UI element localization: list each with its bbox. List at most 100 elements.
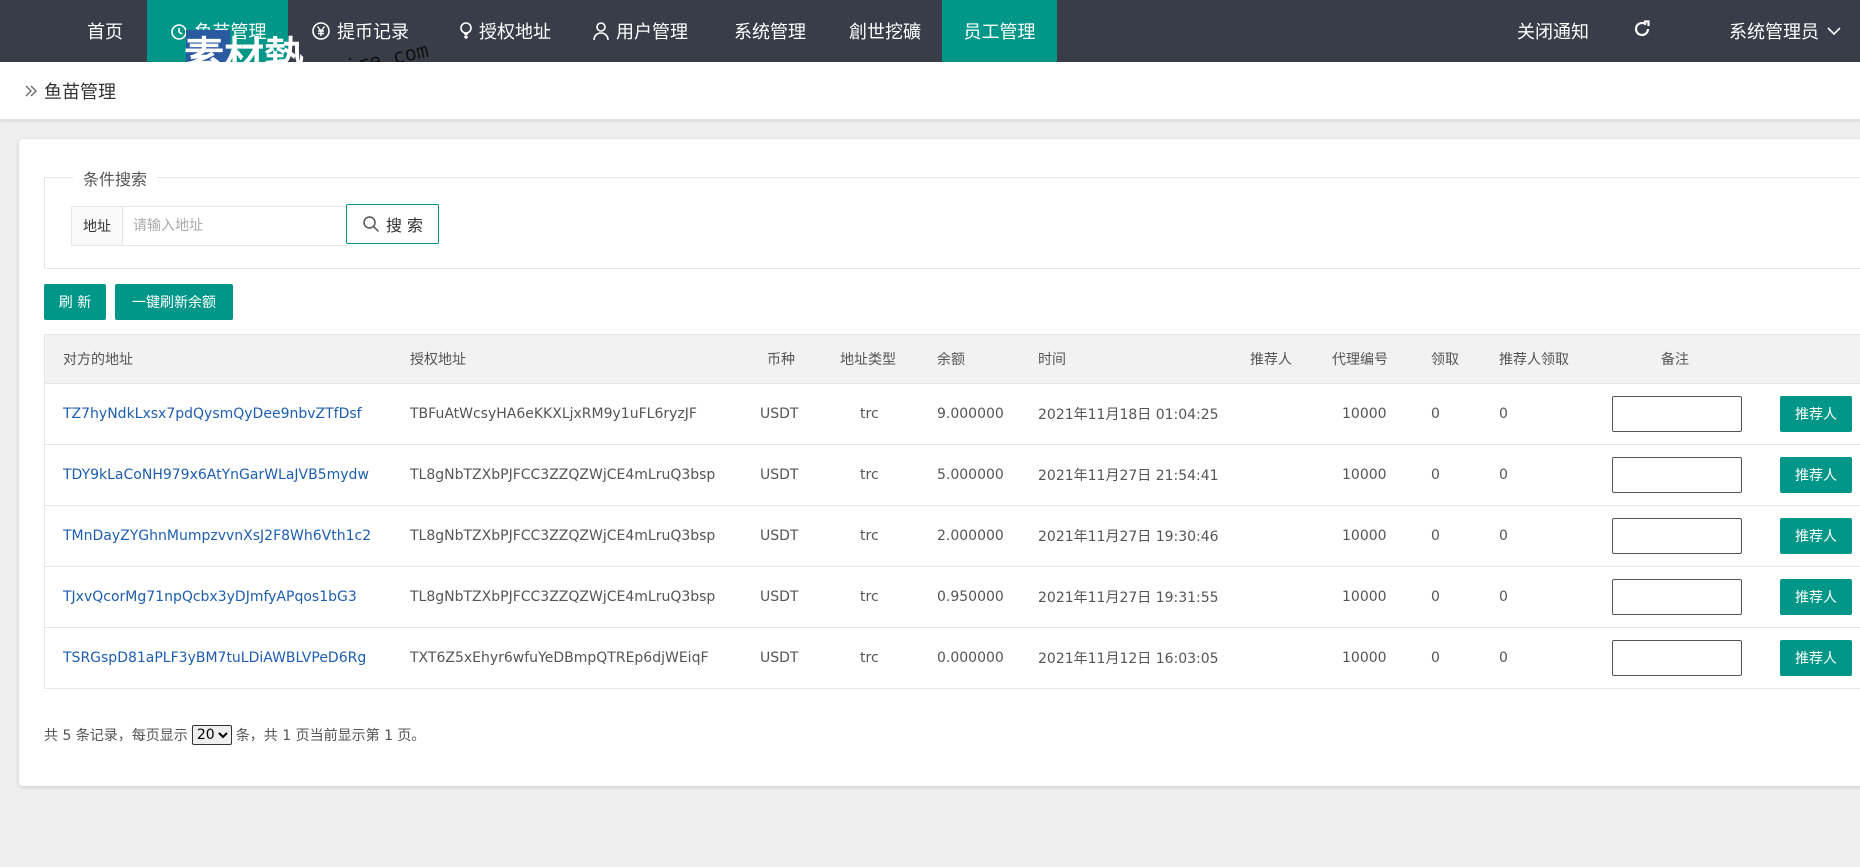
remark-input[interactable] — [1612, 518, 1742, 554]
referrer-button[interactable]: 推荐人 — [1780, 579, 1852, 615]
address-type-cell: trc — [860, 406, 879, 422]
nav-item-label: 提币记录 — [337, 22, 409, 43]
nav-item-label: 鱼苗管理 — [194, 22, 267, 43]
address-input[interactable] — [123, 207, 347, 245]
alarm-clock-icon — [169, 21, 189, 41]
remark-input[interactable] — [1612, 396, 1742, 432]
referrer-button[interactable]: 推荐人 — [1780, 518, 1852, 554]
close-notify-label: 关闭通知 — [1517, 22, 1589, 43]
admin-menu[interactable]: 系统管理员 — [1729, 0, 1841, 62]
table-row: TDY9kLaCoNH979x6AtYnGarWLaJVB5mydw TL8gN… — [45, 445, 1860, 506]
nav-item-fish[interactable]: 鱼苗管理 — [147, 0, 288, 62]
balance-cell: 0.950000 — [937, 589, 1004, 605]
agent-no-cell: 10000 — [1342, 589, 1387, 605]
double-chevron-right-icon — [24, 84, 38, 98]
col-header-claim: 领取 — [1431, 352, 1459, 368]
coin-cell: USDT — [760, 528, 799, 544]
auth-address-cell: TL8gNbTZXbPJFCC3ZZQZWjCE4mLruQ3bsp — [410, 589, 716, 605]
col-header-referrer: 推荐人 — [1250, 352, 1292, 368]
remark-input[interactable] — [1612, 457, 1742, 493]
referrer-claim-cell: 0 — [1499, 406, 1508, 422]
auth-address-cell: TBFuAtWcsyHA6eKKXLjxRM9y1uFL6ryzJF — [410, 406, 697, 422]
pager-suffix: 条，共 1 页当前显示第 1 页。 — [235, 728, 426, 744]
address-label: 地址 — [72, 207, 123, 245]
table-row: TZ7hyNdkLxsx7pdQysmQyDee9nbvZTfDsf TBFuA… — [45, 384, 1860, 445]
table-row: TMnDayZYGhnMumpzvvnXsJ2F8Wh6Vth1c2 TL8gN… — [45, 506, 1860, 567]
page-title: 鱼苗管理 — [44, 81, 116, 103]
coin-cell: USDT — [760, 589, 799, 605]
remark-input[interactable] — [1612, 640, 1742, 676]
reload-button[interactable] — [1632, 0, 1652, 62]
search-button-label: 搜 索 — [385, 216, 424, 235]
fish-table: 对方的地址 授权地址 币种 地址类型 余额 时间 推荐人 代理编号 领取 推荐人… — [44, 334, 1860, 689]
nav-item-label: 员工管理 — [963, 22, 1036, 43]
remark-input[interactable] — [1612, 579, 1742, 615]
yen-icon — [311, 21, 331, 41]
nav-item-withdraw[interactable]: 提币记录 — [305, 0, 415, 62]
pager-prefix: 共 5 条记录，每页显示 — [44, 728, 188, 744]
col-header-auth-address: 授权地址 — [410, 352, 466, 368]
counterparty-address-link[interactable]: TDY9kLaCoNH979x6AtYnGarWLaJVB5mydw — [63, 445, 369, 505]
lightbulb-icon — [459, 21, 473, 41]
nav-item-users[interactable]: 用户管理 — [590, 0, 690, 62]
table-row: TSRGspD81aPLF3yBM7tuLDiAWBLVPeD6Rg TXT6Z… — [45, 628, 1860, 689]
address-type-cell: trc — [860, 467, 879, 483]
nav-item-label: 首页 — [87, 22, 123, 43]
agent-no-cell: 10000 — [1342, 528, 1387, 544]
nav-item-system[interactable]: 系统管理 — [730, 0, 810, 62]
counterparty-address-link[interactable]: TJxvQcorMg71npQcbx3yDJmfyAPqos1bG3 — [63, 567, 357, 627]
refresh-button[interactable]: 刷 新 — [44, 284, 106, 320]
claim-cell: 0 — [1431, 528, 1440, 544]
agent-no-cell: 10000 — [1342, 650, 1387, 666]
counterparty-address-link[interactable]: TMnDayZYGhnMumpzvvnXsJ2F8Wh6Vth1c2 — [63, 506, 371, 566]
search-fieldset: 条件搜索 地址 搜 索 — [44, 166, 1860, 269]
refresh-button-label: 刷 新 — [58, 295, 92, 311]
address-type-cell: trc — [860, 528, 879, 544]
table-row: TJxvQcorMg71npQcbx3yDJmfyAPqos1bG3 TL8gN… — [45, 567, 1860, 628]
col-header-counterparty: 对方的地址 — [63, 352, 133, 368]
address-type-cell: trc — [860, 650, 879, 666]
counterparty-address-link[interactable]: TSRGspD81aPLF3yBM7tuLDiAWBLVPeD6Rg — [63, 628, 366, 688]
nav-item-label: 系统管理 — [734, 22, 806, 43]
claim-cell: 0 — [1431, 467, 1440, 483]
referrer-button[interactable]: 推荐人 — [1780, 396, 1852, 432]
top-navbar: 首页 鱼苗管理 提币记录 授权地址 用户管理 系统管理 創世挖礦 员工管理 关闭… — [0, 0, 1860, 62]
claim-cell: 0 — [1431, 406, 1440, 422]
nav-item-home[interactable]: 首页 — [70, 0, 140, 62]
balance-cell: 9.000000 — [937, 406, 1004, 422]
nav-item-auth-address[interactable]: 授权地址 — [450, 0, 560, 62]
refresh-balance-button[interactable]: 一键刷新余额 — [115, 284, 233, 320]
referrer-claim-cell: 0 — [1499, 650, 1508, 666]
balance-cell: 5.000000 — [937, 467, 1004, 483]
agent-no-cell: 10000 — [1342, 406, 1387, 422]
page-size-select[interactable]: 20 — [191, 725, 232, 745]
search-icon — [362, 215, 380, 233]
col-header-balance: 余额 — [937, 352, 965, 368]
search-legend: 条件搜索 — [73, 166, 158, 190]
close-notify-button[interactable]: 关闭通知 — [1517, 0, 1589, 62]
time-cell: 2021年11月18日 01:04:25 — [1038, 407, 1219, 423]
time-cell: 2021年11月12日 16:03:05 — [1038, 651, 1219, 667]
content-card: 条件搜索 地址 搜 索 刷 新 一键刷新余额 对方的地址 授权地址 币种 地址类… — [19, 139, 1860, 786]
address-type-cell: trc — [860, 589, 879, 605]
nav-item-mining[interactable]: 創世挖礦 — [845, 0, 925, 62]
referrer-button[interactable]: 推荐人 — [1780, 457, 1852, 493]
referrer-claim-cell: 0 — [1499, 589, 1508, 605]
col-header-time: 时间 — [1038, 352, 1066, 368]
referrer-button[interactable]: 推荐人 — [1780, 640, 1852, 676]
col-header-referrer-claim: 推荐人领取 — [1499, 352, 1569, 368]
breadcrumb: 鱼苗管理 — [0, 62, 1860, 120]
col-header-agent-no: 代理编号 — [1332, 352, 1388, 368]
coin-cell: USDT — [760, 467, 799, 483]
auth-address-cell: TXT6Z5xEhyr6wfuYeDBmpQTREp6djWEiqF — [410, 650, 709, 666]
referrer-claim-cell: 0 — [1499, 528, 1508, 544]
referrer-claim-cell: 0 — [1499, 467, 1508, 483]
counterparty-address-link[interactable]: TZ7hyNdkLxsx7pdQysmQyDee9nbvZTfDsf — [63, 384, 362, 444]
coin-cell: USDT — [760, 406, 799, 422]
claim-cell: 0 — [1431, 589, 1440, 605]
search-button[interactable]: 搜 索 — [346, 204, 439, 244]
nav-item-label: 創世挖礦 — [849, 22, 921, 43]
chevron-down-icon — [1827, 26, 1841, 36]
col-header-address-type: 地址类型 — [840, 352, 896, 368]
nav-item-staff[interactable]: 员工管理 — [942, 0, 1057, 62]
